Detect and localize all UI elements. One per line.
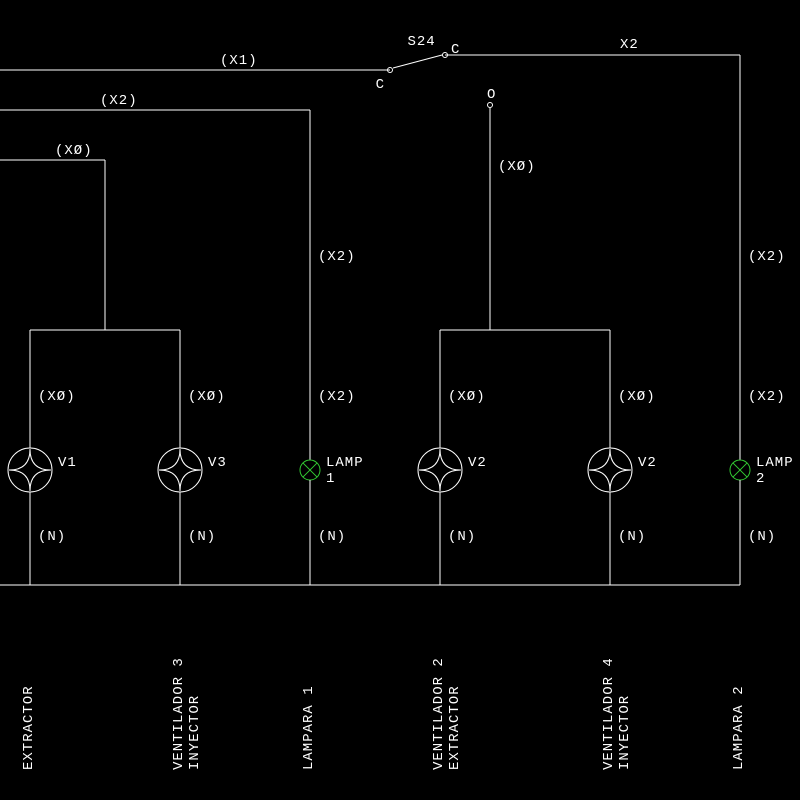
- electrical-schematic: S24 C C O (X1) X2 (X2) (XØ) (XØ) (XØ) (N) V1 (XØ) (N)…: [0, 0, 800, 800]
- svg-text:(XØ): (XØ): [498, 159, 536, 175]
- svg-text:(X1): (X1): [220, 53, 258, 69]
- svg-text:(XØ): (XØ): [38, 389, 76, 405]
- svg-text:(X2): (X2): [318, 389, 356, 405]
- svg-text:VENTILADOR 3: VENTILADOR 3: [171, 657, 187, 770]
- svg-text:LAMPARA 2: LAMPARA 2: [731, 685, 747, 770]
- svg-text:C: C: [376, 77, 385, 93]
- svg-text:(X2): (X2): [100, 93, 138, 109]
- svg-text:(XØ): (XØ): [188, 389, 226, 405]
- svg-text:V1: V1: [58, 455, 77, 471]
- svg-text:LAMP: LAMP: [326, 455, 364, 471]
- svg-text:(N): (N): [38, 529, 66, 545]
- svg-text:V3: V3: [208, 455, 227, 471]
- svg-text:(N): (N): [318, 529, 346, 545]
- svg-text:(XØ): (XØ): [448, 389, 486, 405]
- svg-text:C: C: [451, 42, 460, 58]
- svg-text:LAMP: LAMP: [756, 455, 794, 471]
- svg-text:(N): (N): [618, 529, 646, 545]
- svg-text:(X2): (X2): [318, 249, 356, 265]
- svg-text:VENTILADOR 4: VENTILADOR 4: [601, 657, 617, 770]
- svg-text:(N): (N): [188, 529, 216, 545]
- svg-text:X2: X2: [620, 37, 639, 53]
- svg-text:INYECTOR: INYECTOR: [187, 695, 203, 770]
- svg-text:S24: S24: [408, 34, 436, 50]
- svg-text:(X2): (X2): [748, 389, 786, 405]
- svg-text:(X2): (X2): [748, 249, 786, 265]
- svg-text:V2: V2: [638, 455, 657, 471]
- svg-text:(XØ): (XØ): [55, 143, 93, 159]
- svg-text:(N): (N): [748, 529, 776, 545]
- svg-text:EXTRACTOR: EXTRACTOR: [21, 685, 37, 770]
- svg-text:O: O: [487, 87, 496, 103]
- svg-text:(N): (N): [448, 529, 476, 545]
- svg-text:VENTILADOR 2: VENTILADOR 2: [431, 657, 447, 770]
- svg-text:V2: V2: [468, 455, 487, 471]
- svg-text:2: 2: [756, 471, 765, 487]
- svg-text:INYECTOR: INYECTOR: [617, 695, 633, 770]
- svg-text:LAMPARA 1: LAMPARA 1: [301, 685, 317, 770]
- svg-text:EXTRACTOR: EXTRACTOR: [447, 685, 463, 770]
- svg-text:(XØ): (XØ): [618, 389, 656, 405]
- svg-text:1: 1: [326, 471, 335, 487]
